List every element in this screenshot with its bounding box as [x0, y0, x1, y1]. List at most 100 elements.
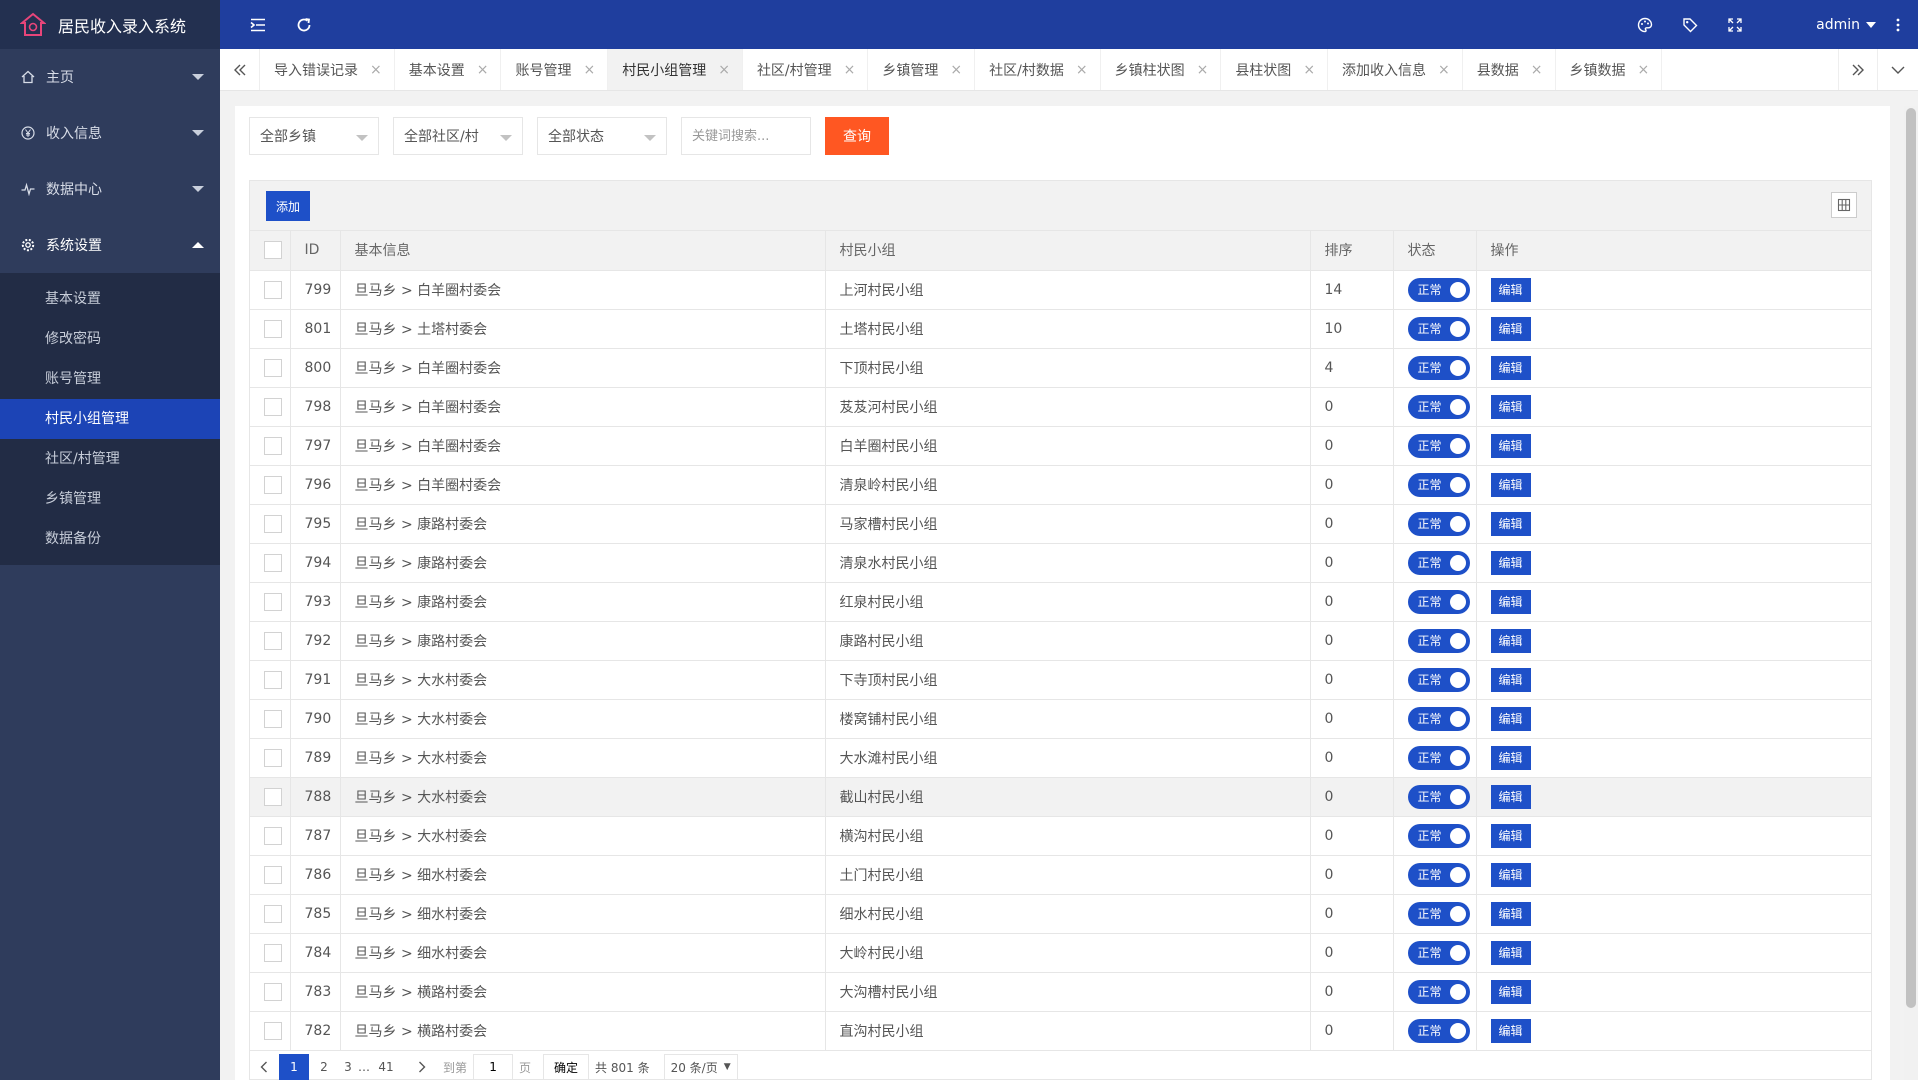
column-header-info[interactable]: 基本信息 — [340, 231, 826, 271]
edit-button[interactable]: 编辑 — [1490, 433, 1531, 458]
table-row[interactable]: 797 旦马乡 > 白羊圈村委会 白羊圈村民小组 0 正常 编辑 — [250, 426, 1871, 466]
edit-button[interactable]: 编辑 — [1490, 901, 1531, 926]
tab-item[interactable]: 县数据 × — [1463, 49, 1556, 90]
status-toggle[interactable]: 正常 — [1407, 472, 1470, 497]
table-row[interactable]: 783 旦马乡 > 横路村委会 大沟槽村民小组 0 正常 编辑 — [250, 972, 1871, 1012]
status-select[interactable]: 全部状态 — [537, 117, 667, 155]
sidebar-item-towns[interactable]: 乡镇管理 — [0, 479, 220, 519]
edit-button[interactable]: 编辑 — [1490, 1018, 1531, 1043]
table-row[interactable]: 791 旦马乡 > 大水村委会 下寺顶村民小组 0 正常 编辑 — [250, 660, 1871, 700]
user-menu[interactable]: admin — [1816, 0, 1876, 49]
edit-button[interactable]: 编辑 — [1490, 940, 1531, 965]
table-row[interactable]: 801 旦马乡 > 土塔村委会 土塔村民小组 10 正常 编辑 — [250, 309, 1871, 349]
status-toggle[interactable]: 正常 — [1407, 1018, 1470, 1043]
row-checkbox[interactable] — [264, 943, 282, 962]
close-icon[interactable]: × — [1638, 62, 1650, 78]
status-toggle[interactable]: 正常 — [1407, 784, 1470, 809]
row-checkbox[interactable] — [264, 436, 282, 455]
status-toggle[interactable]: 正常 — [1407, 901, 1470, 926]
edit-button[interactable]: 编辑 — [1490, 862, 1531, 887]
table-row[interactable]: 790 旦马乡 > 大水村委会 楼窝铺村民小组 0 正常 编辑 — [250, 699, 1871, 739]
page-scrollbar[interactable] — [1904, 106, 1918, 1080]
row-checkbox[interactable] — [264, 670, 282, 689]
next-page-button[interactable] — [407, 1054, 437, 1080]
column-header-sort[interactable]: 排序 — [1310, 231, 1394, 271]
table-row[interactable]: 782 旦马乡 > 横路村委会 直沟村民小组 0 正常 编辑 — [250, 1011, 1871, 1051]
theme-button[interactable] — [1625, 0, 1665, 49]
keyword-search-input[interactable] — [681, 117, 811, 155]
tab-item[interactable]: 乡镇数据 × — [1556, 49, 1663, 90]
page-button-3[interactable]: 3 — [339, 1054, 357, 1080]
sidebar-item-community-village[interactable]: 社区/村管理 — [0, 439, 220, 479]
status-toggle[interactable]: 正常 — [1407, 667, 1470, 692]
column-header-id[interactable]: ID — [290, 231, 341, 271]
goto-page-input[interactable] — [473, 1054, 514, 1080]
status-toggle[interactable]: 正常 — [1407, 433, 1470, 458]
sidebar-item-basic-settings[interactable]: 基本设置 — [0, 279, 220, 319]
nav-group-system-settings[interactable]: 系统设置 — [0, 217, 220, 273]
status-toggle[interactable]: 正常 — [1407, 394, 1470, 419]
row-checkbox[interactable] — [264, 358, 282, 377]
goto-confirm-button[interactable]: 确定 — [543, 1054, 590, 1080]
edit-button[interactable]: 编辑 — [1490, 472, 1531, 497]
table-row[interactable]: 794 旦马乡 > 康路村委会 清泉水村民小组 0 正常 编辑 — [250, 543, 1871, 583]
status-toggle[interactable]: 正常 — [1407, 745, 1470, 770]
close-icon[interactable]: × — [844, 62, 856, 78]
row-checkbox[interactable] — [264, 553, 282, 572]
row-checkbox[interactable] — [264, 904, 282, 923]
prev-page-button[interactable] — [249, 1054, 279, 1080]
table-row[interactable]: 787 旦马乡 > 大水村委会 横沟村民小组 0 正常 编辑 — [250, 816, 1871, 856]
tab-item[interactable]: 导入错误记录 × — [260, 49, 395, 90]
sidebar-item-data-backup[interactable]: 数据备份 — [0, 519, 220, 559]
sidebar-item-accounts[interactable]: 账号管理 — [0, 359, 220, 399]
status-toggle[interactable]: 正常 — [1407, 277, 1470, 302]
query-button[interactable]: 查询 — [825, 117, 889, 155]
close-icon[interactable]: × — [1303, 62, 1315, 78]
tabs-scroll-left-button[interactable] — [220, 49, 260, 90]
edit-button[interactable]: 编辑 — [1490, 589, 1531, 614]
table-row[interactable]: 799 旦马乡 > 白羊圈村委会 上河村民小组 14 正常 编辑 — [250, 270, 1871, 310]
table-row[interactable]: 800 旦马乡 > 白羊圈村委会 下顶村民小组 4 正常 编辑 — [250, 348, 1871, 388]
more-button[interactable] — [1878, 0, 1918, 49]
table-row[interactable]: 788 旦马乡 > 大水村委会 截山村民小组 0 正常 编辑 — [250, 777, 1871, 817]
status-toggle[interactable]: 正常 — [1407, 628, 1470, 653]
close-icon[interactable]: × — [1076, 62, 1088, 78]
edit-button[interactable]: 编辑 — [1490, 550, 1531, 575]
edit-button[interactable]: 编辑 — [1490, 745, 1531, 770]
status-toggle[interactable]: 正常 — [1407, 316, 1470, 341]
page-button-2[interactable]: 2 — [309, 1054, 339, 1080]
table-row[interactable]: 784 旦马乡 > 细水村委会 大岭村民小组 0 正常 编辑 — [250, 933, 1871, 973]
tab-item[interactable]: 乡镇管理 × — [868, 49, 976, 90]
tab-item[interactable]: 乡镇柱状图 × — [1101, 49, 1222, 90]
nav-group-income[interactable]: 收入信息 — [0, 105, 220, 161]
row-checkbox[interactable] — [264, 319, 282, 338]
table-row[interactable]: 792 旦马乡 > 康路村委会 康路村民小组 0 正常 编辑 — [250, 621, 1871, 661]
status-toggle[interactable]: 正常 — [1407, 706, 1470, 731]
app-logo[interactable]: 居民收入录入系统 — [0, 0, 220, 49]
edit-button[interactable]: 编辑 — [1490, 628, 1531, 653]
sidebar-item-villager-groups[interactable]: 村民小组管理 — [0, 399, 220, 439]
edit-button[interactable]: 编辑 — [1490, 511, 1531, 536]
tabs-menu-button[interactable] — [1878, 49, 1918, 90]
close-icon[interactable]: × — [477, 62, 489, 78]
table-row[interactable]: 793 旦马乡 > 康路村委会 红泉村民小组 0 正常 编辑 — [250, 582, 1871, 622]
page-size-select[interactable]: 20 条/页 ▼ — [663, 1054, 738, 1080]
edit-button[interactable]: 编辑 — [1490, 706, 1531, 731]
nav-group-home[interactable]: 主页 — [0, 49, 220, 105]
village-select[interactable]: 全部社区/村 — [393, 117, 523, 155]
row-checkbox[interactable] — [264, 592, 282, 611]
table-row[interactable]: 789 旦马乡 > 大水村委会 大水滩村民小组 0 正常 编辑 — [250, 738, 1871, 778]
edit-button[interactable]: 编辑 — [1490, 979, 1531, 1004]
table-row[interactable]: 785 旦马乡 > 细水村委会 细水村民小组 0 正常 编辑 — [250, 894, 1871, 934]
column-header-group[interactable]: 村民小组 — [825, 231, 1311, 271]
edit-button[interactable]: 编辑 — [1490, 667, 1531, 692]
refresh-button[interactable] — [284, 0, 324, 49]
page-button-1[interactable]: 1 — [279, 1054, 309, 1080]
row-checkbox[interactable] — [264, 982, 282, 1001]
tab-item[interactable]: 县柱状图 × — [1221, 49, 1329, 90]
table-row[interactable]: 786 旦马乡 > 细水村委会 土门村民小组 0 正常 编辑 — [250, 855, 1871, 895]
close-icon[interactable]: × — [583, 62, 595, 78]
close-icon[interactable]: × — [370, 62, 382, 78]
row-checkbox[interactable] — [264, 787, 282, 806]
row-checkbox[interactable] — [264, 748, 282, 767]
